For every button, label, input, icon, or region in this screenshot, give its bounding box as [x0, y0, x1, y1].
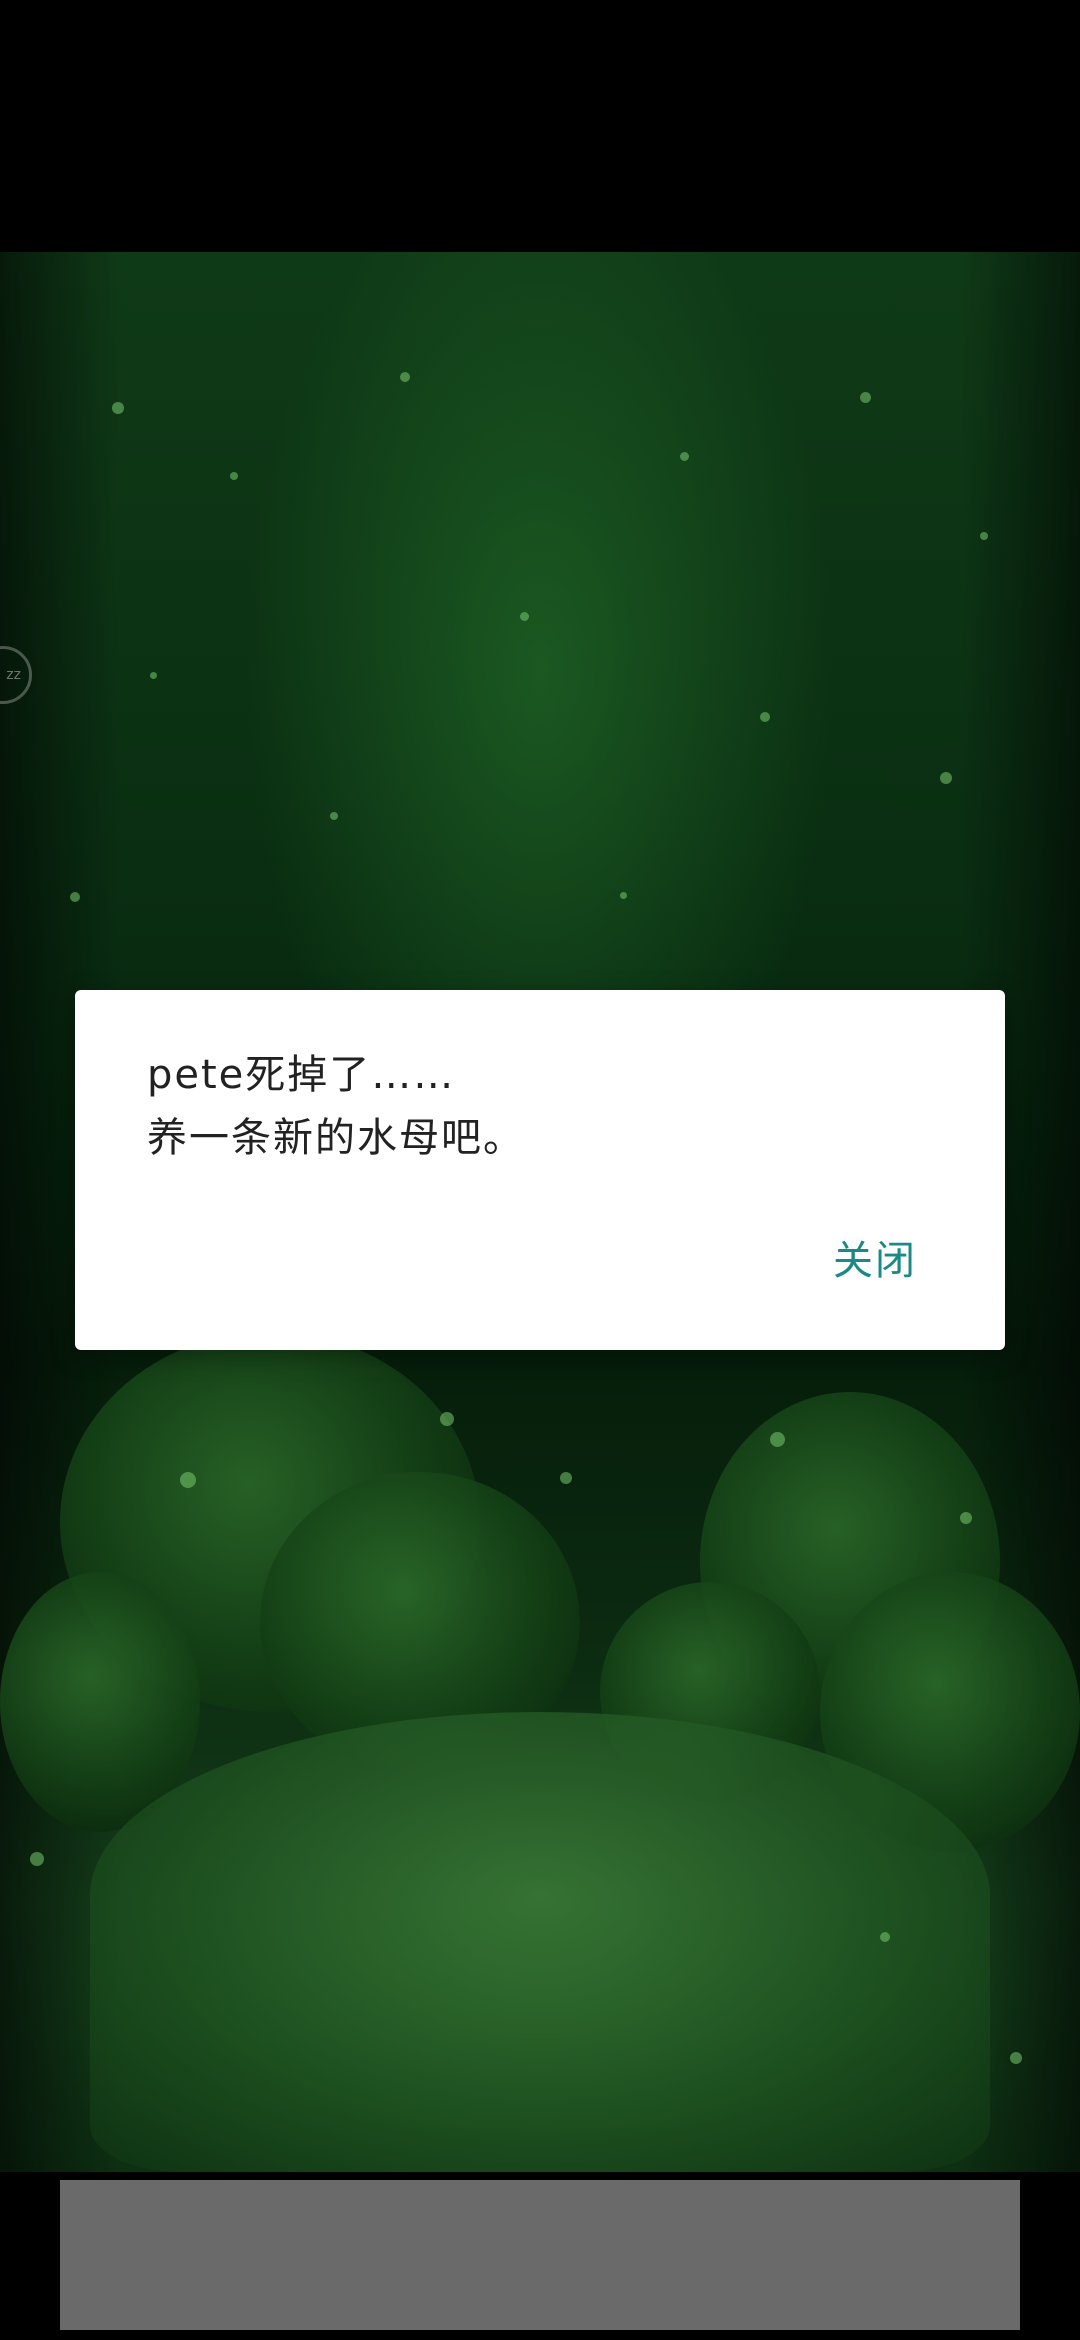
- bubble-particle: [330, 812, 338, 820]
- bubble-particle: [620, 892, 627, 899]
- bubble-particle: [400, 372, 410, 382]
- bubble-particle: [150, 672, 157, 679]
- bubble-particle: [770, 1432, 785, 1447]
- bubble-particle: [112, 402, 124, 414]
- top-black-bar: [0, 0, 1080, 252]
- dialog-message-line2: 养一条新的水母吧。: [147, 1115, 525, 1161]
- bubble-particle: [1010, 2052, 1022, 2064]
- bubble-particle: [680, 452, 689, 461]
- jellyfish-death-dialog: pete死掉了…… 养一条新的水母吧。 关闭: [75, 990, 1005, 1350]
- bubble-particle: [980, 532, 988, 540]
- close-button[interactable]: 关闭: [833, 1228, 917, 1286]
- bubble-particle: [520, 612, 529, 621]
- bubble-particle: [70, 892, 80, 902]
- bubble-particle: [960, 1512, 972, 1524]
- bubble-particle: [880, 1932, 890, 1942]
- bubble-particle: [440, 1412, 454, 1426]
- bubble-particle: [180, 1472, 196, 1488]
- dialog-message-line1: pete死掉了……: [147, 1052, 456, 1098]
- bubble-particle: [760, 712, 770, 722]
- bubble-particle: [560, 1472, 572, 1484]
- bubble-particle: [940, 772, 952, 784]
- ad-banner-placeholder[interactable]: [60, 2180, 1020, 2330]
- bubble-particle: [230, 472, 238, 480]
- bubble-particle: [860, 392, 871, 403]
- bubble-particle: [30, 1852, 44, 1866]
- pebble-path: [90, 1712, 990, 2172]
- game-screen: zz pete死掉了…… 养一条新的水母吧。 关闭: [0, 0, 1080, 2340]
